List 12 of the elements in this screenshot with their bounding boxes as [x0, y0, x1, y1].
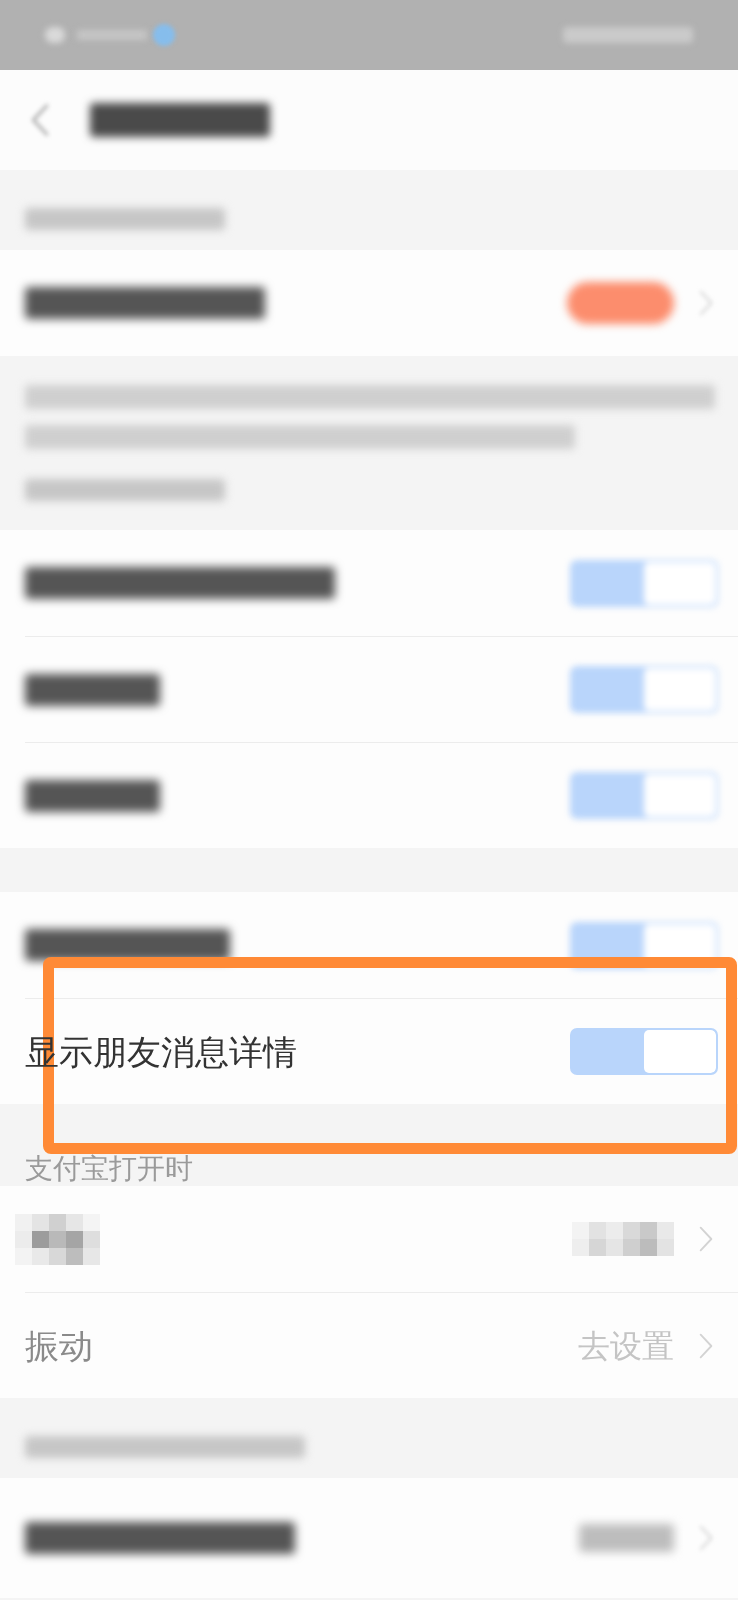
toggle-switch[interactable]: [570, 666, 718, 713]
back-icon[interactable]: [30, 103, 50, 137]
setting-label: 振动: [25, 1325, 93, 1366]
section-caption: 支付宝打开时: [25, 1154, 193, 1184]
blurred-icon: [45, 27, 65, 43]
toggle-switch[interactable]: [570, 772, 718, 819]
blurred-icon: [153, 24, 175, 46]
chevron-right-icon: [698, 1225, 714, 1253]
toggle-switch[interactable]: [570, 1028, 718, 1075]
setting-value: 去设置: [578, 1325, 674, 1366]
toggle-switch[interactable]: [570, 559, 718, 607]
chevron-right-icon: [698, 1331, 714, 1360]
